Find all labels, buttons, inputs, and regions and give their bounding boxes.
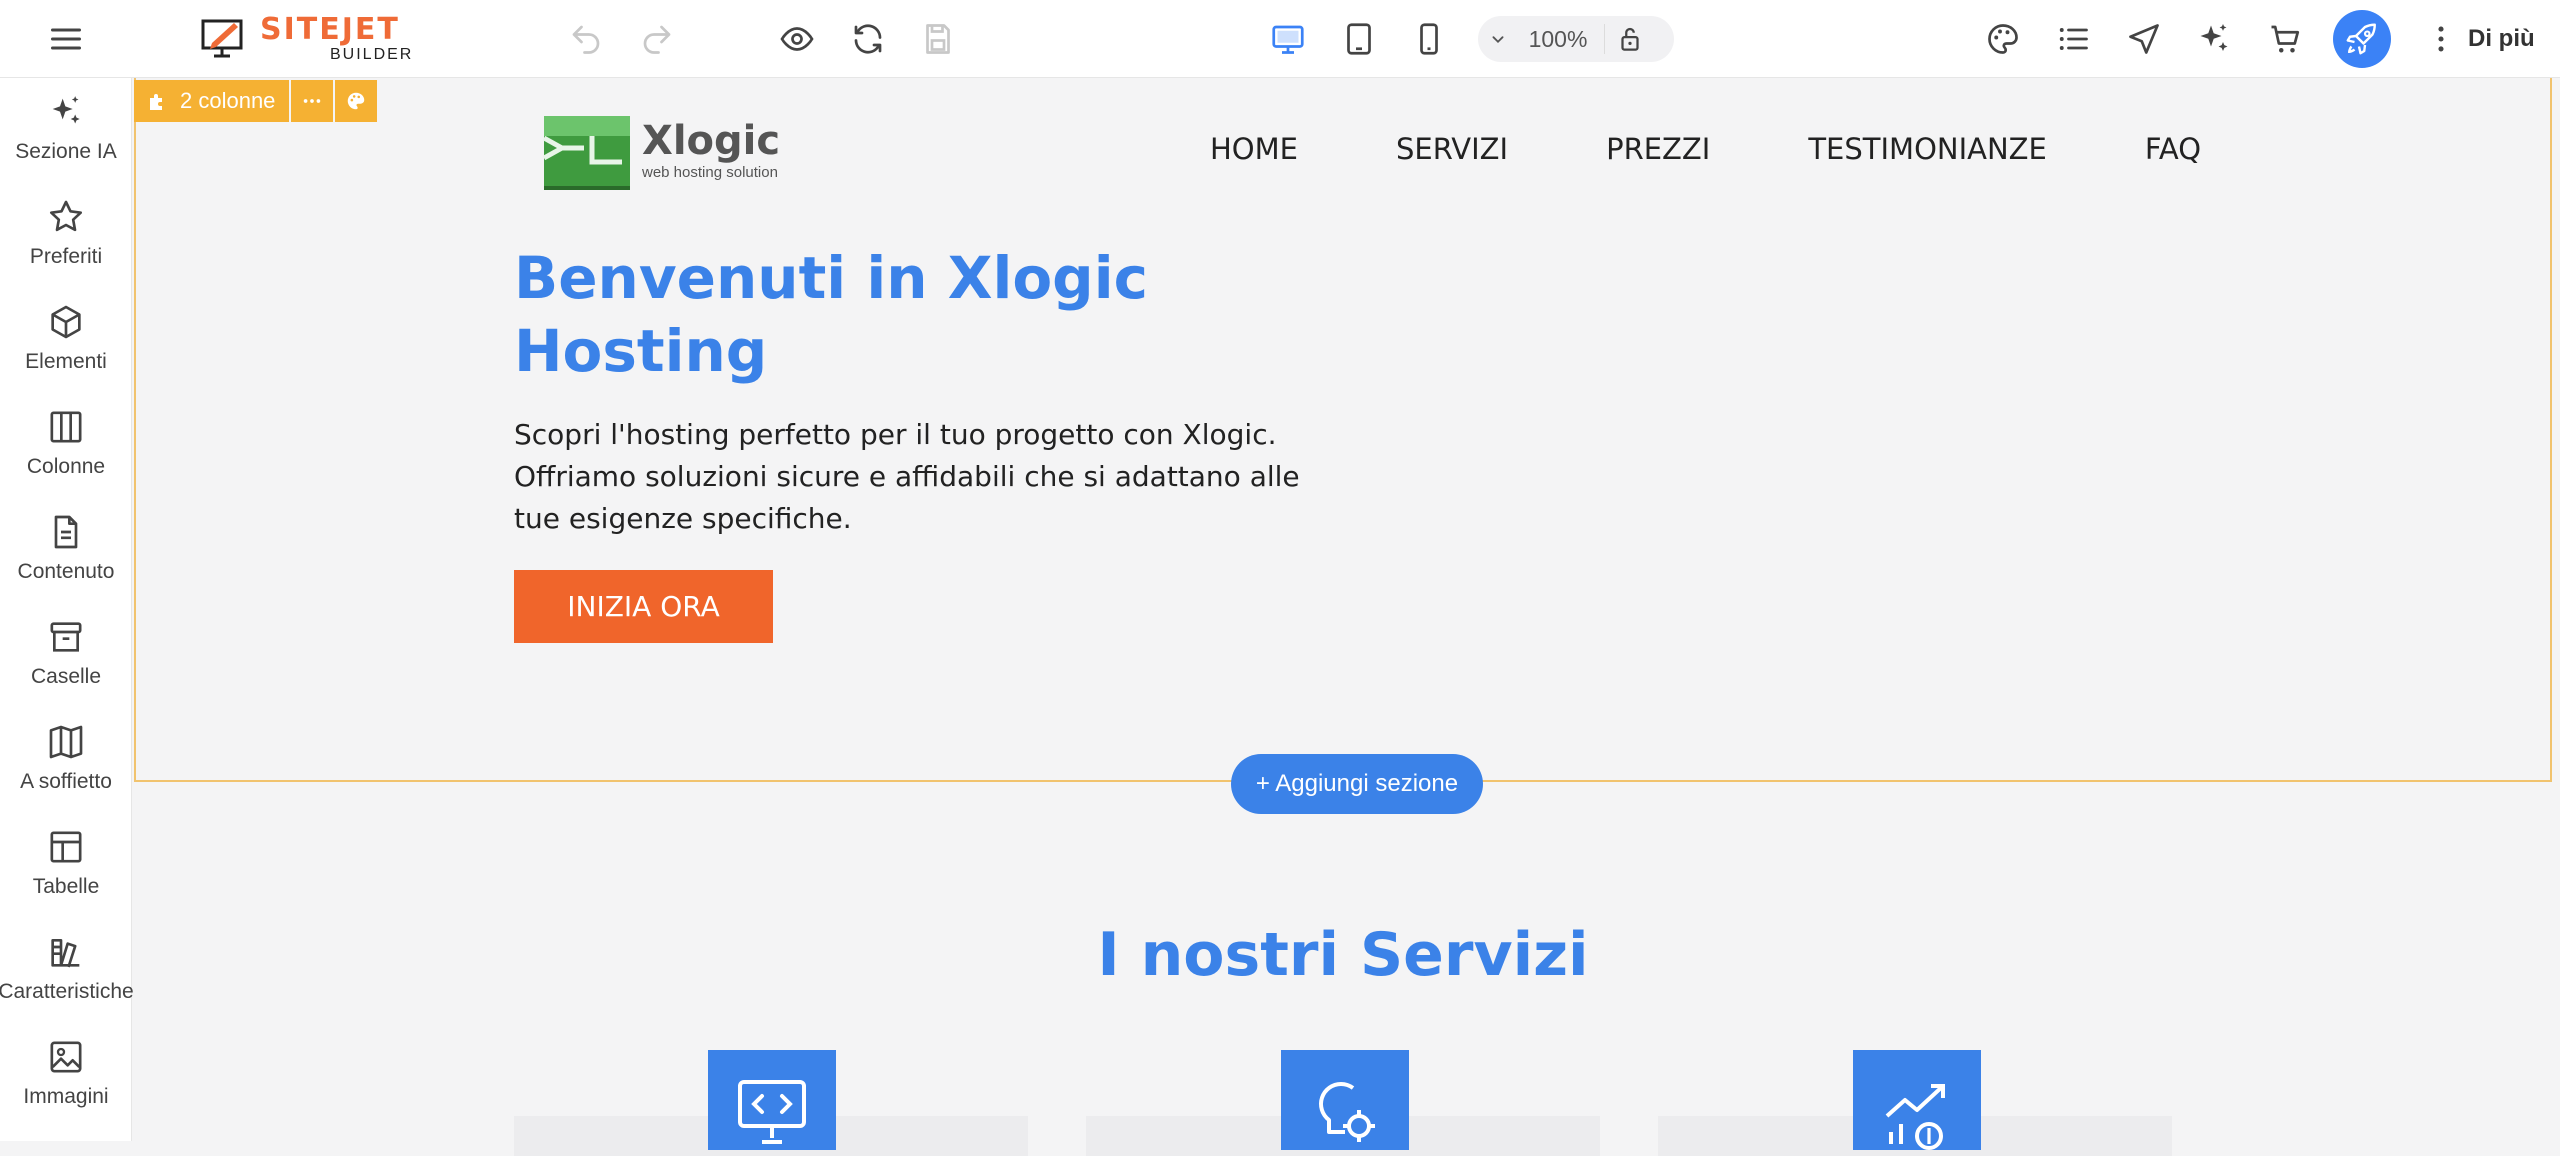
site-brand-tagline: web hosting solution [642,163,778,181]
hero-title[interactable]: Benvenuti in Xlogic Hosting [514,242,1274,388]
sidebar-item-label: Caselle [30,665,102,688]
nav-link-home[interactable]: HOME [1210,132,1298,166]
add-section-button[interactable]: + Aggiungi sezione [1231,754,1483,814]
hero-text[interactable]: Scopri l'hosting perfetto per il tuo pro… [514,414,1334,540]
sidebar-item-boxes[interactable]: Caselle [0,603,132,703]
service-icon-box [1853,1050,1981,1150]
top-toolbar: SITEJET BUILDER 100% Di più [0,0,2560,78]
ai-sparkle-icon[interactable] [2194,19,2234,59]
site-logo[interactable]: Xlogic web hosting solution [540,108,780,192]
sidebar-item-label: Sezione IA [15,140,117,163]
redo-icon[interactable] [637,19,677,59]
nav-link-faq[interactable]: FAQ [2145,132,2201,166]
chevron-down-icon[interactable] [1478,16,1518,62]
columns-icon [50,411,82,443]
sidebar-item-label: Elementi [25,350,107,373]
mobile-icon[interactable] [1409,19,1449,59]
cube-icon [51,305,81,339]
sidebar-item-label: Immagini [23,1085,109,1108]
site-brand-name: Xlogic [642,117,781,164]
tablet-icon[interactable] [1339,19,1379,59]
idea-gear-icon [1319,1082,1375,1142]
sidebar-item-columns[interactable]: Colonne [0,393,132,493]
code-monitor-icon [738,1080,806,1144]
nav-link-servizi[interactable]: SERVIZI [1396,132,1508,166]
cart-icon[interactable] [2265,19,2305,59]
sidebar-item-accordion[interactable]: A soffietto [0,708,132,808]
nav-link-testimonianze[interactable]: TESTIMONIANZE [1808,132,2047,166]
features-icon [51,939,80,968]
more-button[interactable]: Di più [2424,16,2535,62]
image-icon [50,1041,82,1073]
sparkle-icon [52,96,80,124]
sidebar-item-label: Contenuto [17,560,115,583]
desktop-icon[interactable] [1268,19,1308,59]
table-icon [50,831,82,863]
zoom-level: 100% [1528,25,1588,52]
section-style-button[interactable] [335,80,378,122]
sidebar-item-content[interactable]: Contenuto [0,498,132,598]
app-logo: SITEJET BUILDER [200,12,422,66]
sidebar-item-label: Preferiti [29,245,103,268]
palette-icon [348,92,365,110]
sidebar-item-label: Tabelle [32,875,100,898]
menu-icon[interactable] [46,19,86,59]
more-label: Di più [2468,25,2535,52]
zoom-control[interactable]: 100% [1478,16,1674,62]
sidebar-item-images[interactable]: Immagini [0,1023,132,1123]
sidebar-item-favorites[interactable]: Preferiti [0,183,132,283]
sidebar-item-label: Caratteristiche [0,980,134,1003]
xlogic-cube-icon [540,108,634,192]
sidebar-item-features[interactable]: Caratteristiche [0,918,134,1018]
growth-chart-icon [1885,1084,1945,1150]
cta-button[interactable]: INIZIA ORA [514,570,773,643]
services-title[interactable]: I nostri Servizi [134,920,2552,990]
refresh-icon[interactable] [848,19,888,59]
star-icon [50,200,82,232]
box-icon [50,622,82,652]
monitor-logo-icon [200,17,248,61]
section-toolbar: 2 colonne [134,80,378,122]
element-sidebar: Sezione IA Preferiti Elementi Colonne Co… [0,78,134,1141]
publish-button[interactable] [2333,10,2391,68]
palette-icon[interactable] [1983,19,2023,59]
nav-link-prezzi[interactable]: PREZZI [1606,132,1710,166]
more-vertical-icon [2438,26,2444,52]
list-icon[interactable] [2053,19,2093,59]
sidebar-item-ai-section[interactable]: Sezione IA [0,78,132,178]
navigation-icon[interactable] [2124,19,2164,59]
logo-main-text: SITEJET [260,12,400,47]
site-nav: HOME SERVIZI PREZZI TESTIMONIANZE FAQ [1210,132,2299,166]
sidebar-item-tables[interactable]: Tabelle [0,813,132,913]
logo-sub-text: BUILDER [330,46,414,63]
service-icon-box [1281,1050,1409,1150]
save-icon[interactable] [918,19,958,59]
puzzle-icon [150,94,162,110]
preview-eye-icon[interactable] [777,19,817,59]
document-icon [54,515,78,549]
section-type-label: 2 colonne [180,88,276,113]
section-type-button[interactable]: 2 colonne [134,80,290,122]
undo-icon[interactable] [566,19,606,59]
accordion-icon [49,725,83,759]
service-icon-box [708,1050,836,1150]
lock-icon[interactable] [1615,24,1645,54]
sidebar-item-label: Colonne [26,455,106,478]
rocket-icon [2346,23,2376,55]
zoom-divider [1604,24,1605,54]
sidebar-item-label: A soffietto [20,770,112,793]
sidebar-item-elements[interactable]: Elementi [0,288,132,388]
section-more-button[interactable] [291,80,334,122]
more-horizontal-icon [304,99,321,103]
hero-section[interactable] [134,78,2552,782]
